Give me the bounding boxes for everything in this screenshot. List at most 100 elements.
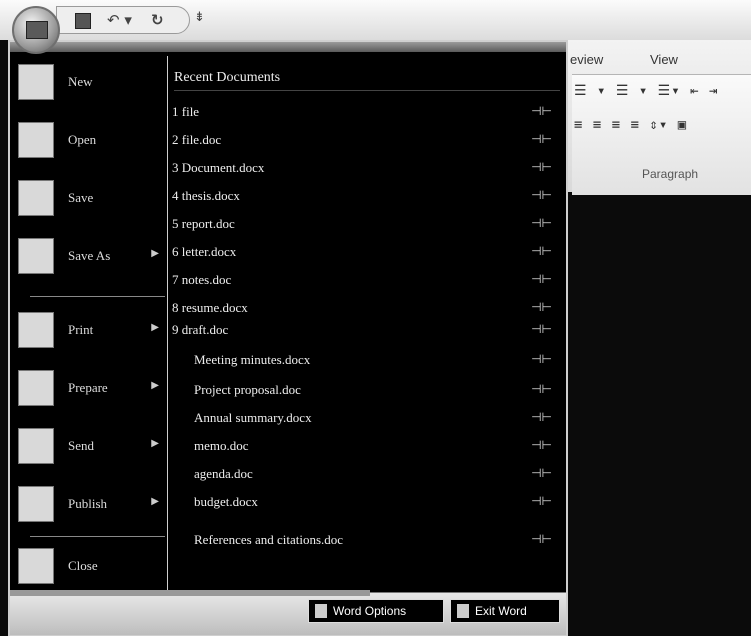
recent-document[interactable]: Meeting minutes.docx ⊣⊢ <box>194 352 558 372</box>
pin-icon[interactable]: ⊣⊢ <box>531 244 552 258</box>
ribbon: eview View ☰ ▾ ☰ ▾ ☰▾ ⇤ ⇥ ≡ ≡ ≡ ≡ ⇕▾ ▣ P… <box>568 40 751 195</box>
publish-icon <box>18 486 54 522</box>
save-as-icon <box>18 238 54 274</box>
pin-icon[interactable]: ⊣⊢ <box>531 352 552 366</box>
recent-document[interactable]: 4 thesis.docx ⊣⊢ <box>172 188 558 208</box>
save-disk-icon <box>18 180 54 216</box>
tab-review[interactable]: eview <box>570 52 603 67</box>
pin-icon[interactable]: ⊣⊢ <box>531 382 552 396</box>
tab-view[interactable]: View <box>650 52 678 67</box>
pin-icon[interactable]: ⊣⊢ <box>531 104 552 118</box>
pin-icon[interactable]: ⊣⊢ <box>531 132 552 146</box>
quick-access-toolbar: ↶ ▾ ↻ ⇟ <box>0 0 751 40</box>
pin-icon[interactable]: ⊣⊢ <box>531 410 552 424</box>
recent-document[interactable]: 7 notes.doc ⊣⊢ <box>172 272 558 292</box>
pin-icon[interactable]: ⊣⊢ <box>531 494 552 508</box>
save-icon[interactable] <box>75 13 91 29</box>
customize-toolbar-icon[interactable]: ⇟ <box>194 10 205 25</box>
undo-icon[interactable]: ↶ ▾ <box>107 11 132 29</box>
recent-document[interactable]: 2 file.doc ⊣⊢ <box>172 132 558 152</box>
pin-icon[interactable]: ⊣⊢ <box>531 188 552 202</box>
recent-document[interactable]: 1 file ⊣⊢ <box>172 104 558 124</box>
recent-document-name: agenda.doc <box>194 466 253 481</box>
menu-item-label: Publish <box>68 496 108 511</box>
recent-document[interactable]: memo.doc ⊣⊢ <box>194 438 558 458</box>
menu-commands: New Open Save Save As ▶ Print ▶ Prepare … <box>10 52 165 592</box>
recent-document-name: 4 thesis.docx <box>172 188 240 203</box>
pin-icon[interactable]: ⊣⊢ <box>531 216 552 230</box>
pin-icon[interactable]: ⊣⊢ <box>531 272 552 286</box>
pin-icon[interactable]: ⊣⊢ <box>531 532 552 546</box>
menu-item-label: Print <box>68 322 94 337</box>
recent-document-name: 6 letter.docx <box>172 244 237 259</box>
menu-item-save-as[interactable]: Save As ▶ <box>18 230 163 282</box>
recent-document[interactable]: 9 draft.doc ⊣⊢ <box>172 322 558 342</box>
recent-document[interactable]: agenda.doc ⊣⊢ <box>194 466 558 486</box>
menu-item-send[interactable]: Send ▶ <box>18 420 163 472</box>
group-label-paragraph: Paragraph <box>642 167 699 181</box>
word-options-label: Word Options <box>333 604 407 618</box>
recent-document[interactable]: 6 letter.docx ⊣⊢ <box>172 244 558 264</box>
menu-item-save[interactable]: Save <box>18 172 163 224</box>
options-icon <box>315 604 327 618</box>
word-options-button[interactable]: Word Options <box>308 599 444 623</box>
submenu-arrow-icon: ▶ <box>151 438 159 449</box>
alignment-controls[interactable]: ≡ ≡ ≡ ≡ ⇕▾ ▣ <box>574 117 687 133</box>
recent-document-name: 8 resume.docx <box>172 300 248 315</box>
menu-header-strip <box>10 42 566 52</box>
menu-divider <box>30 536 165 537</box>
submenu-arrow-icon: ▶ <box>151 248 159 259</box>
recent-document[interactable]: budget.docx ⊣⊢ <box>194 494 558 514</box>
recent-document-name: 3 Document.docx <box>172 160 265 175</box>
recent-document-name: Annual summary.docx <box>194 410 312 425</box>
recent-documents-title: Recent Documents <box>174 70 560 91</box>
menu-item-label: Save <box>68 190 94 205</box>
pin-icon[interactable]: ⊣⊢ <box>531 322 552 336</box>
pin-icon[interactable]: ⊣⊢ <box>531 466 552 480</box>
office-logo-icon <box>26 21 48 39</box>
menu-item-label: Close <box>68 558 98 573</box>
list-indent-controls[interactable]: ☰ ▾ ☰ ▾ ☰▾ ⇤ ⇥ <box>574 83 718 99</box>
menu-item-new[interactable]: New <box>18 56 163 108</box>
recent-document[interactable]: 8 resume.docx ⊣⊢ <box>172 300 558 320</box>
open-folder-icon <box>18 122 54 158</box>
recent-document[interactable]: References and citations.doc ⊣⊢ <box>194 532 558 552</box>
recent-document-name: Meeting minutes.docx <box>194 352 311 367</box>
recent-documents-pane: Recent Documents 1 file ⊣⊢ 2 file.doc ⊣⊢ 3… <box>168 56 564 592</box>
exit-word-button[interactable]: Exit Word <box>450 599 560 623</box>
recent-document[interactable]: Annual summary.docx ⊣⊢ <box>194 410 558 430</box>
menu-item-label: Send <box>68 438 94 453</box>
recent-document-name: 9 draft.doc <box>172 322 229 337</box>
redo-icon[interactable]: ↻ <box>151 11 164 29</box>
pin-icon[interactable]: ⊣⊢ <box>531 438 552 452</box>
exit-word-label: Exit Word <box>475 604 527 618</box>
printer-icon <box>18 312 54 348</box>
office-button[interactable] <box>12 6 60 54</box>
pin-icon[interactable]: ⊣⊢ <box>531 160 552 174</box>
menu-item-label: New <box>68 74 93 89</box>
recent-document-name: 1 file <box>172 104 200 119</box>
scroll-strip <box>10 590 370 596</box>
pin-icon[interactable]: ⊣⊢ <box>531 300 552 314</box>
recent-document[interactable]: 5 report.doc ⊣⊢ <box>172 216 558 236</box>
submenu-arrow-icon: ▶ <box>151 322 159 333</box>
menu-item-prepare[interactable]: Prepare ▶ <box>18 362 163 414</box>
menu-item-label: Prepare <box>68 380 108 395</box>
office-menu: New Open Save Save As ▶ Print ▶ Prepare … <box>8 40 568 636</box>
recent-document[interactable]: 3 Document.docx ⊣⊢ <box>172 160 558 180</box>
menu-item-open[interactable]: Open <box>18 114 163 166</box>
submenu-arrow-icon: ▶ <box>151 496 159 507</box>
paragraph-group: ☰ ▾ ☰ ▾ ☰▾ ⇤ ⇥ ≡ ≡ ≡ ≡ ⇕▾ ▣ Paragraph <box>572 74 751 195</box>
recent-document-name: Project proposal.doc <box>194 382 301 397</box>
recent-document-name: 7 notes.doc <box>172 272 232 287</box>
menu-item-publish[interactable]: Publish ▶ <box>18 478 163 530</box>
menu-item-label: Open <box>68 132 97 147</box>
ribbon-tabs: eview View <box>568 40 751 74</box>
recent-document[interactable]: Project proposal.doc ⊣⊢ <box>194 382 558 402</box>
submenu-arrow-icon: ▶ <box>151 380 159 391</box>
recent-document-name: References and citations.doc <box>194 532 344 547</box>
recent-document-name: 2 file.doc <box>172 132 222 147</box>
menu-item-close[interactable]: Close <box>18 540 163 592</box>
send-icon <box>18 428 54 464</box>
menu-item-print[interactable]: Print ▶ <box>18 304 163 356</box>
